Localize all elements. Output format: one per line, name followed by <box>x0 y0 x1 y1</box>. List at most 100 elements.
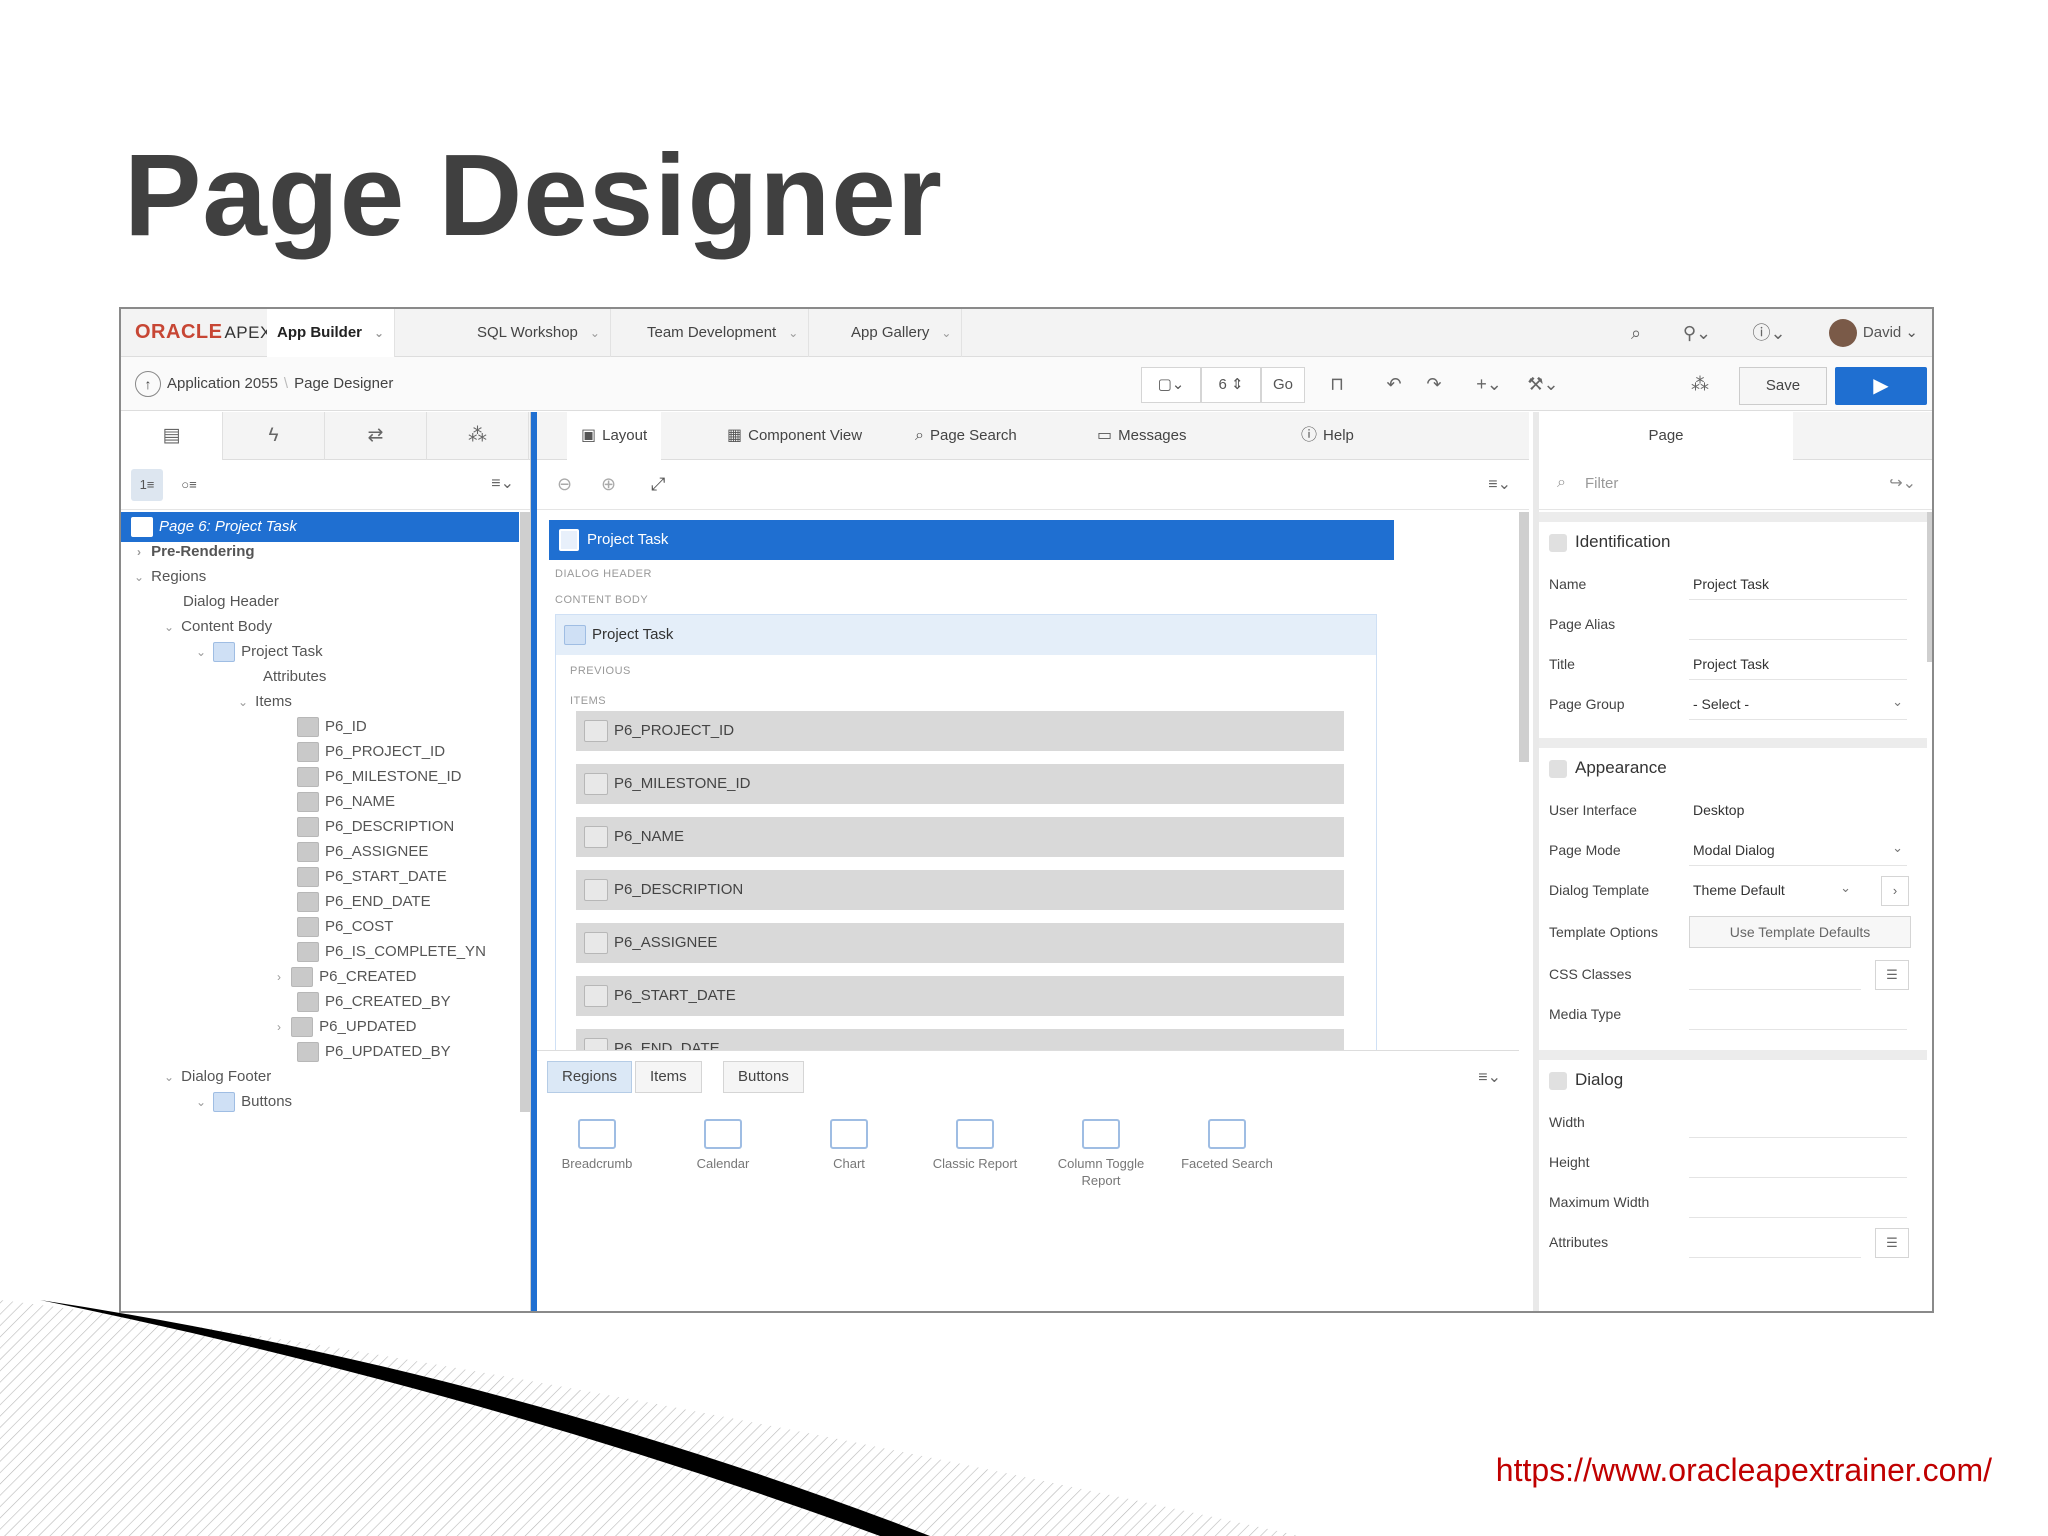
layout-item[interactable]: P6_PROJECT_ID <box>576 711 1344 751</box>
tab-page-search[interactable]: ⌕ Page Search <box>901 412 1031 460</box>
chevron-down-icon[interactable]: ⌄ <box>590 326 600 340</box>
go-button[interactable]: Go <box>1261 367 1305 403</box>
tab-page[interactable]: Page <box>1539 412 1793 460</box>
prop-name[interactable]: Name Project Task <box>1539 564 1927 604</box>
prop-page-group[interactable]: Page Group - Select - ⌄ <box>1539 684 1927 724</box>
page-title-bar[interactable]: Project Task <box>549 520 1394 560</box>
group-by-component-type-icon[interactable]: ○≡ <box>173 469 205 501</box>
processing-tab[interactable]: ⇄ <box>325 412 427 460</box>
footer-url[interactable]: https://www.oracleapextrainer.com/ <box>1496 1452 1992 1489</box>
gallery-item-faceted-search[interactable]: Faceted Search <box>1167 1119 1287 1172</box>
chevron-down-icon[interactable]: ⌄ <box>1840 880 1851 896</box>
layout-scrollbar[interactable] <box>1519 512 1529 762</box>
breadcrumb-app[interactable]: Application 2055 <box>167 375 278 392</box>
prop-attributes[interactable]: Attributes ☰ <box>1539 1222 1927 1262</box>
user-menu[interactable]: David ⌄ <box>1828 317 1918 349</box>
gallery-tab-buttons[interactable]: Buttons <box>723 1061 804 1093</box>
utilities-menu-icon[interactable]: ⚒⌄ <box>1521 369 1565 399</box>
undo-icon[interactable]: ↶ <box>1377 369 1411 399</box>
prop-dialog-template[interactable]: Dialog Template Theme Default ⌄ › <box>1539 870 1927 910</box>
up-arrow-icon[interactable]: ↑ <box>135 371 161 398</box>
oracle-apex-logo[interactable]: ORACLE APEX <box>135 321 272 344</box>
layout-item[interactable]: P6_END_DATE <box>576 1029 1344 1050</box>
list-picker-icon[interactable]: ☰ <box>1875 1228 1909 1258</box>
chevron-down-icon[interactable]: ⌄ <box>374 326 384 340</box>
chevron-down-icon[interactable]: ⌄ <box>1892 694 1903 710</box>
expand-icon[interactable]: ⤢ <box>651 474 665 495</box>
save-button[interactable]: Save <box>1739 367 1827 405</box>
layout-menu-icon[interactable]: ≡⌄ <box>1488 474 1511 494</box>
section-identification[interactable]: Identification <box>1539 512 1927 562</box>
tree-scrollbar[interactable] <box>520 512 530 1112</box>
lock-icon[interactable]: ⊓ <box>1319 369 1355 399</box>
collapse-icon[interactable] <box>1549 533 1567 552</box>
page-menu-button[interactable]: ▢⌄ <box>1141 367 1201 403</box>
chevron-down-icon[interactable]: ⌄ <box>1892 840 1903 856</box>
prop-maximum-width[interactable]: Maximum Width <box>1539 1182 1927 1222</box>
shared-components-icon[interactable]: ⁂ <box>1683 369 1717 399</box>
use-template-defaults-button[interactable]: Use Template Defaults <box>1689 916 1911 948</box>
tree-node-buttons[interactable]: ⌄ Buttons <box>121 1087 519 1117</box>
layout-item[interactable]: P6_NAME <box>576 817 1344 857</box>
section-dialog[interactable]: Dialog <box>1539 1050 1927 1100</box>
gallery-menu-icon[interactable]: ≡⌄ <box>1478 1067 1501 1087</box>
tab-messages[interactable]: ▭ Messages <box>1083 412 1201 460</box>
dynamic-actions-tab[interactable]: ϟ <box>223 412 325 460</box>
gallery-item-column-toggle-report[interactable]: Column Toggle Report <box>1041 1119 1161 1189</box>
gallery-tab-regions[interactable]: Regions <box>547 1061 633 1093</box>
layout-item[interactable]: P6_MILESTONE_ID <box>576 764 1344 804</box>
zoom-in-icon[interactable]: ⊕ <box>601 474 616 495</box>
nav-tab-app-gallery[interactable]: App Gallery ⌄ <box>841 309 963 357</box>
prop-height[interactable]: Height <box>1539 1142 1927 1182</box>
shared-components-tab[interactable]: ⁂ <box>427 412 529 460</box>
tree-menu-icon[interactable]: ≡⌄ <box>491 473 514 493</box>
administration-icon[interactable]: ⚲⌄ <box>1675 319 1719 347</box>
prop-page-alias[interactable]: Page Alias <box>1539 604 1927 644</box>
prop-css-classes[interactable]: CSS Classes ☰ <box>1539 954 1927 994</box>
property-scrollbar[interactable] <box>1927 512 1932 662</box>
stepper-icon[interactable]: ⇕ <box>1231 376 1244 393</box>
tab-layout[interactable]: ▣ Layout <box>567 412 662 460</box>
region-project-task[interactable]: Project Task PREVIOUS ITEMS P6_PROJECT_I… <box>555 614 1377 1050</box>
chevron-down-icon[interactable]: ⌄ <box>941 326 951 340</box>
prop-title[interactable]: Title Project Task <box>1539 644 1927 684</box>
prop-width[interactable]: Width <box>1539 1102 1927 1142</box>
prop-page-mode[interactable]: Page Mode Modal Dialog ⌄ <box>1539 830 1927 870</box>
search-icon[interactable]: ⌕ <box>1621 319 1651 347</box>
help-icon[interactable]: ⓘ⌄ <box>1747 319 1791 347</box>
region-header[interactable]: Project Task <box>556 615 1376 655</box>
gallery-tab-items[interactable]: Items <box>635 1061 702 1093</box>
create-menu-icon[interactable]: +⌄ <box>1467 369 1511 399</box>
chevron-down-icon[interactable]: ⌄ <box>193 1087 209 1117</box>
layout-item[interactable]: P6_START_DATE <box>576 976 1344 1016</box>
prop-template-options[interactable]: Template Options Use Template Defaults <box>1539 912 1927 952</box>
nav-tab-app-builder[interactable]: App Builder ⌄ <box>267 309 396 357</box>
zoom-out-icon[interactable]: ⊖ <box>557 474 572 495</box>
tab-component-view[interactable]: ▦ Component View <box>713 412 876 460</box>
redo-icon[interactable]: ↷ <box>1417 369 1451 399</box>
property-filter[interactable]: ⌕ Filter ↪⌄ <box>1539 460 1932 510</box>
page-number-input[interactable]: 6 ⇕ <box>1201 367 1261 403</box>
gallery-item-breadcrumb[interactable]: Breadcrumb <box>537 1119 657 1172</box>
tab-help[interactable]: ⓘ Help <box>1287 412 1368 460</box>
rendering-tab[interactable]: ▤ <box>121 412 223 460</box>
prop-media-type[interactable]: Media Type <box>1539 994 1927 1034</box>
prop-user-interface[interactable]: User Interface Desktop <box>1539 790 1927 830</box>
gallery-item-classic-report[interactable]: Classic Report <box>915 1119 1035 1172</box>
chevron-down-icon[interactable]: ⌄ <box>788 326 798 340</box>
nav-tab-team-development[interactable]: Team Development ⌄ <box>637 309 810 357</box>
group-by-processing-order-icon[interactable]: 1≡ <box>131 469 163 501</box>
go-to-group-icon[interactable]: ↪⌄ <box>1889 473 1916 493</box>
section-appearance[interactable]: Appearance <box>1539 738 1927 788</box>
gallery-item-calendar[interactable]: Calendar <box>663 1119 783 1172</box>
layout-item[interactable]: P6_DESCRIPTION <box>576 870 1344 910</box>
run-button[interactable]: ▶ <box>1835 367 1927 405</box>
list-picker-icon[interactable]: ☰ <box>1875 960 1909 990</box>
gallery-item-chart[interactable]: Chart <box>789 1119 909 1172</box>
collapse-icon[interactable] <box>1549 1071 1567 1090</box>
nav-tab-sql-workshop[interactable]: SQL Workshop ⌄ <box>467 309 611 357</box>
collapse-icon[interactable] <box>1549 759 1567 778</box>
prop-value: Modal Dialog <box>1693 842 1775 858</box>
layout-item[interactable]: P6_ASSIGNEE <box>576 923 1344 963</box>
go-to-template-button[interactable]: › <box>1881 876 1909 906</box>
